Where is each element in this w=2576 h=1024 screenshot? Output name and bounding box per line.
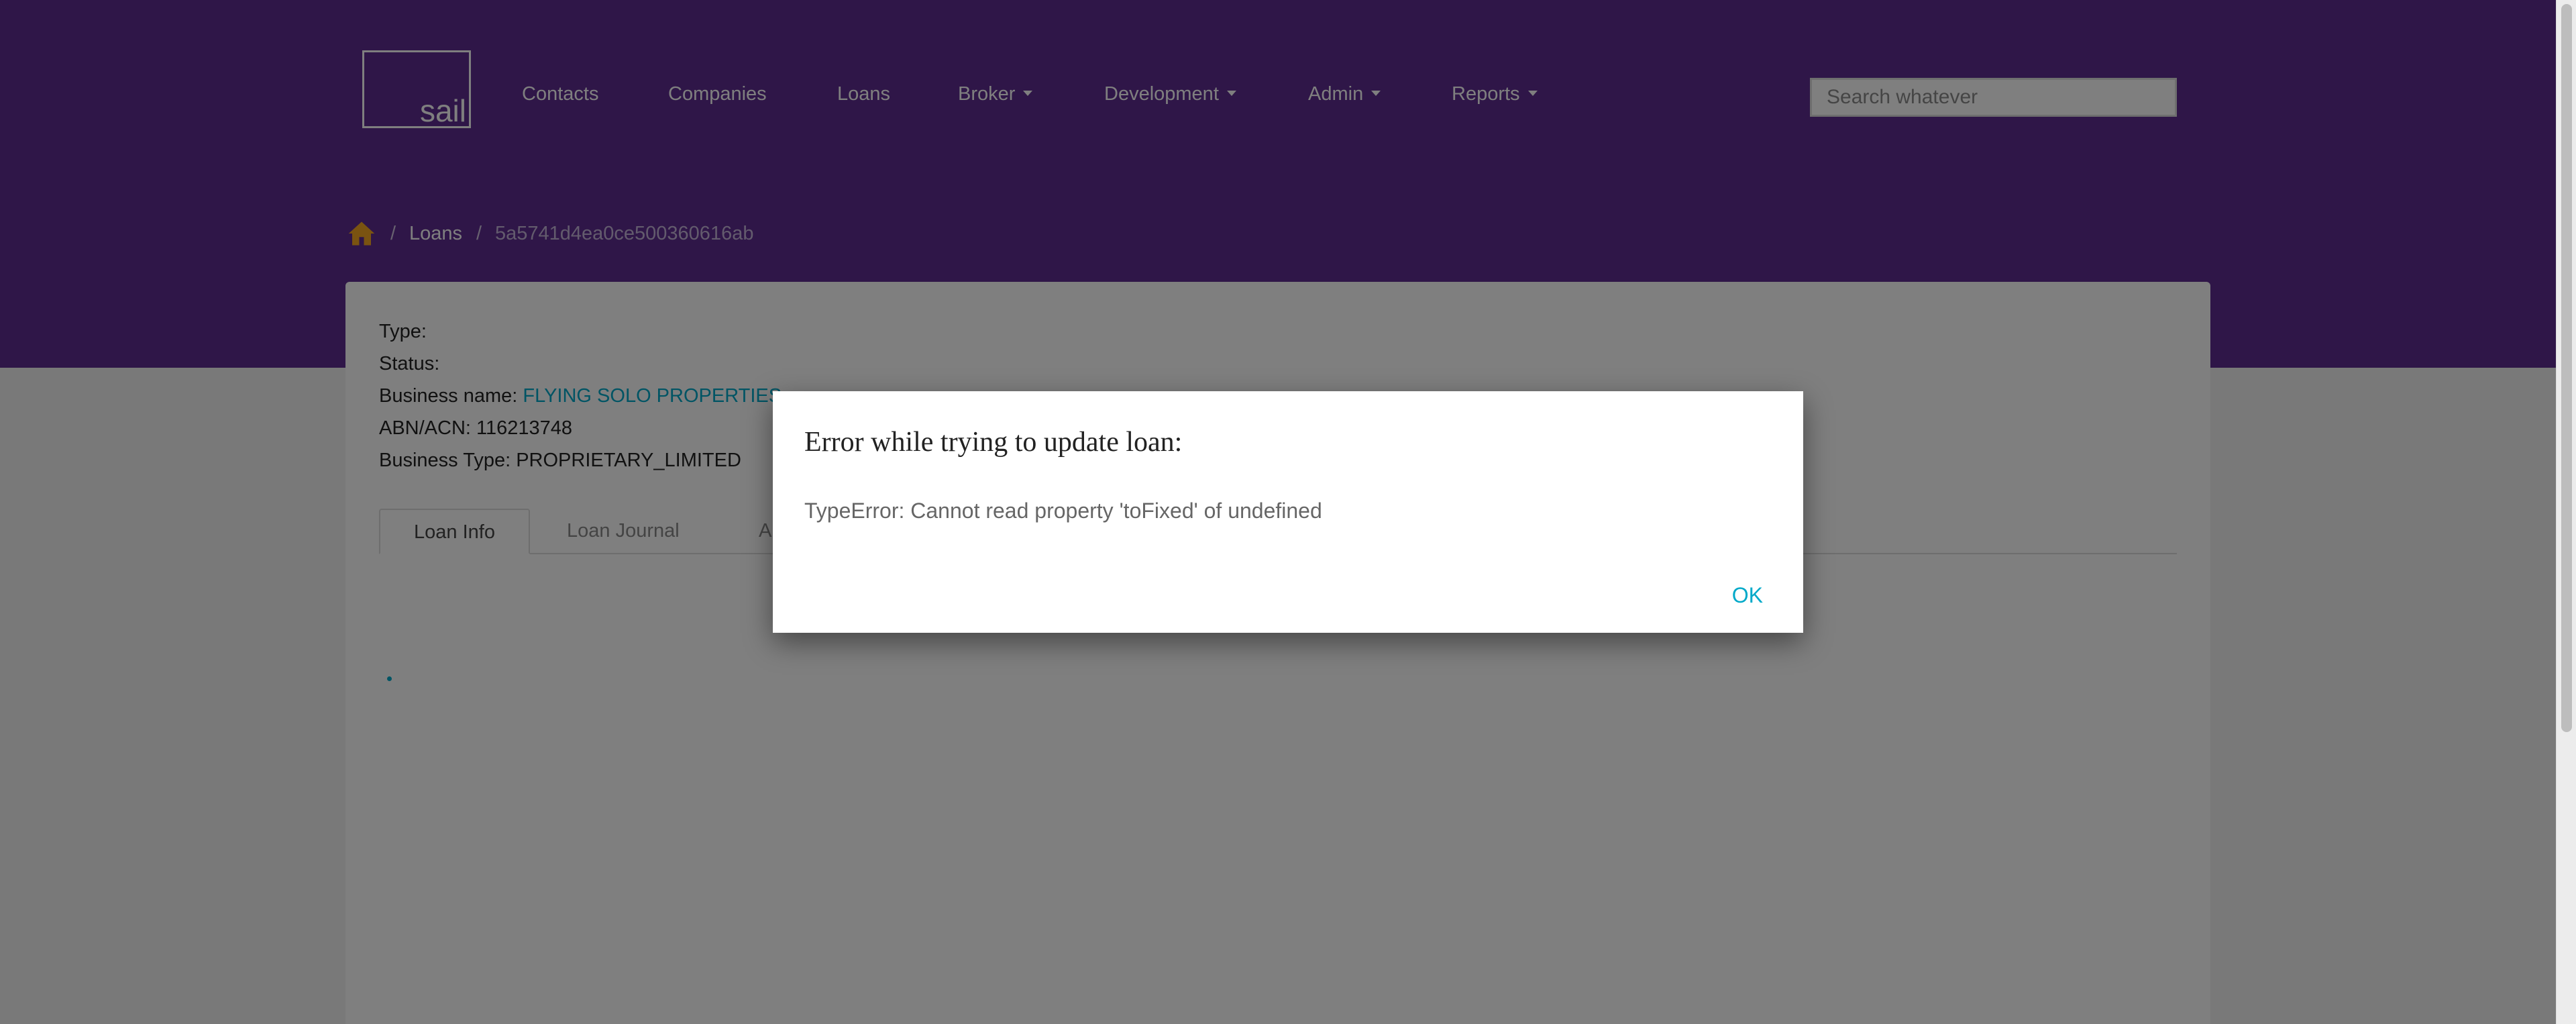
error-dialog: Error while trying to update loan: TypeE… xyxy=(773,391,1803,633)
ok-button[interactable]: OK xyxy=(1732,583,1763,608)
scrollbar-thumb[interactable] xyxy=(2561,4,2572,732)
dialog-message: TypeError: Cannot read property 'toFixed… xyxy=(804,499,1322,523)
dialog-title: Error while trying to update loan: xyxy=(804,427,1183,458)
scrollbar[interactable] xyxy=(2556,0,2576,1024)
app-root: sail Contacts Companies Loans Broker Dev… xyxy=(0,0,2576,1024)
